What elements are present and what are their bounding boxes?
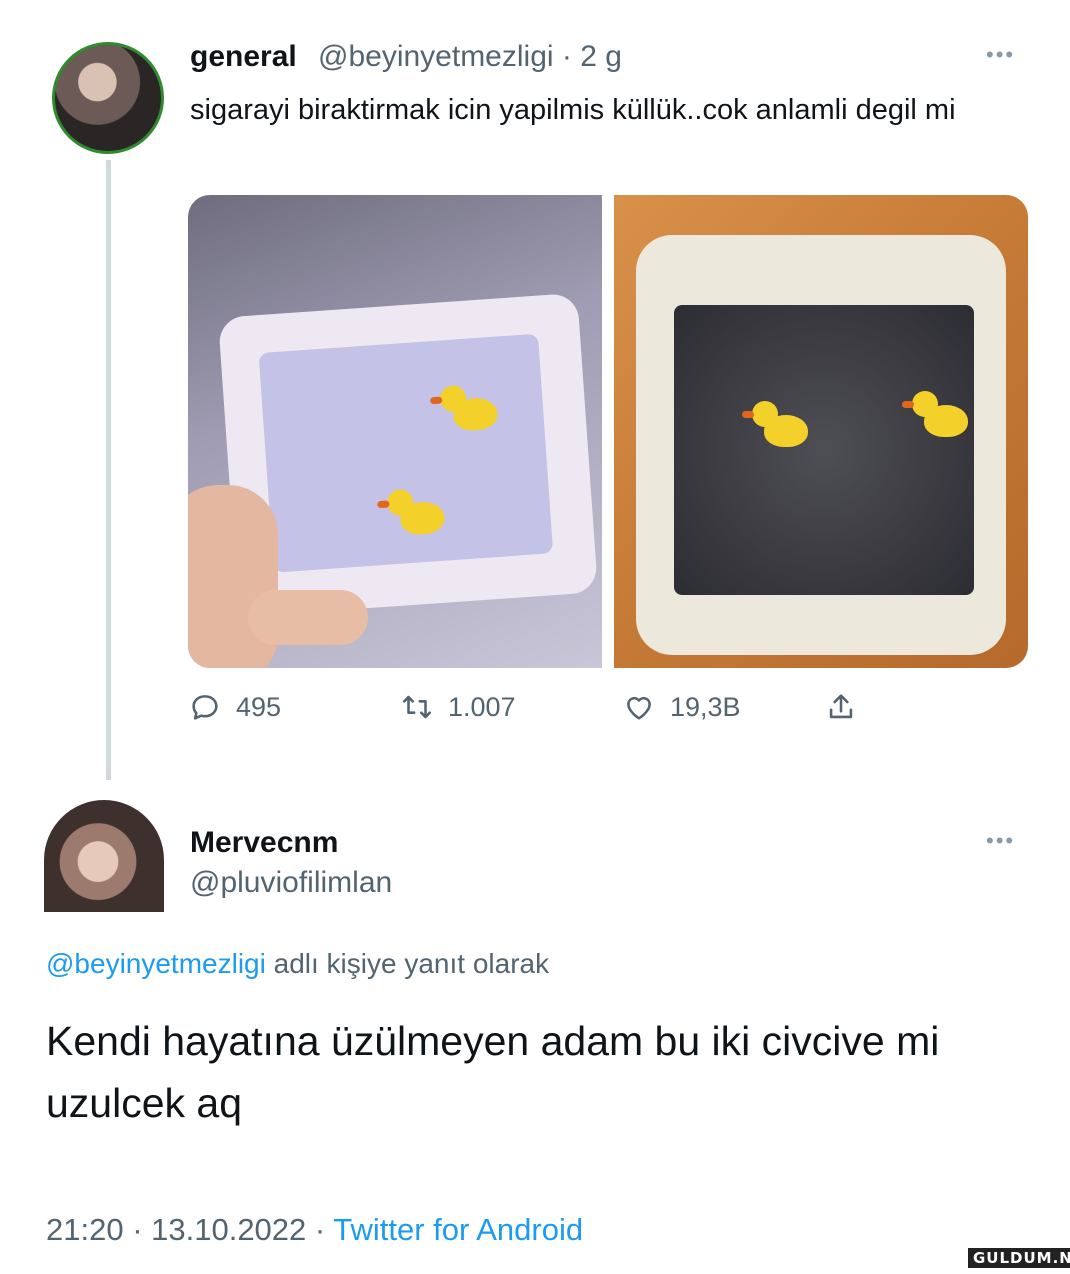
tweet-handle-time[interactable]: @beyinyetmezligi · 2 g bbox=[318, 40, 622, 74]
share-icon bbox=[829, 694, 853, 719]
reply-timestamp[interactable]: 21:20 · 13.10.2022 · bbox=[46, 1212, 333, 1247]
more-horizontal-icon[interactable]: ••• bbox=[986, 828, 1015, 854]
duck-figure bbox=[742, 401, 808, 447]
reply-display-name[interactable]: Mervecnm bbox=[190, 826, 338, 860]
like-count: 19,3B bbox=[670, 691, 741, 722]
duck-figure bbox=[452, 396, 499, 432]
tweet-display-name[interactable]: general bbox=[190, 40, 297, 74]
share-action[interactable] bbox=[824, 690, 858, 724]
reply-icon bbox=[192, 695, 218, 720]
retweet-icon bbox=[402, 695, 432, 719]
duck-figure bbox=[399, 500, 446, 536]
reply-action[interactable]: 495 bbox=[188, 690, 281, 724]
avatar-general[interactable] bbox=[52, 42, 164, 154]
reply-handle[interactable]: @pluviofilimlan bbox=[190, 866, 392, 900]
reply-count: 495 bbox=[236, 691, 282, 722]
replying-to-line: @beyinyetmezligi adlı kişiye yanıt olara… bbox=[46, 948, 549, 980]
ashtray bbox=[636, 235, 1006, 655]
ashtray-water bbox=[258, 333, 554, 573]
tweet-text: sigarayi biraktirmak icin yapilmis küllü… bbox=[190, 94, 956, 126]
tweet-action-bar: 495 1.007 19,3B bbox=[188, 690, 888, 734]
avatar-mervecnm[interactable] bbox=[44, 800, 164, 912]
watermark: GULDUM.NET bbox=[968, 1248, 1070, 1268]
reply-to-mention-link[interactable]: @beyinyetmezligi bbox=[46, 948, 266, 979]
reply-to-suffix: adlı kişiye yanıt olarak bbox=[265, 948, 550, 979]
reply-text: Kendi hayatına üzülmeyen adam bu iki civ… bbox=[46, 1018, 940, 1126]
reply-source-link[interactable]: Twitter for Android bbox=[333, 1212, 583, 1247]
reply-meta: 21:20 · 13.10.2022 · Twitter for Android bbox=[46, 1212, 583, 1248]
retweet-count: 1.007 bbox=[448, 691, 516, 722]
tweet-media[interactable] bbox=[188, 195, 1028, 668]
duck-figure bbox=[902, 391, 968, 437]
more-horizontal-icon[interactable]: ••• bbox=[986, 42, 1015, 68]
thread-connector-line bbox=[106, 160, 111, 780]
ashtray-ash-photo[interactable] bbox=[614, 195, 1028, 668]
ashtray-ash bbox=[674, 305, 974, 595]
like-action[interactable]: 19,3B bbox=[622, 690, 741, 724]
ashtray-water-photo[interactable] bbox=[188, 195, 602, 668]
thumb bbox=[248, 590, 368, 645]
like-icon bbox=[627, 696, 651, 720]
retweet-action[interactable]: 1.007 bbox=[400, 690, 516, 724]
